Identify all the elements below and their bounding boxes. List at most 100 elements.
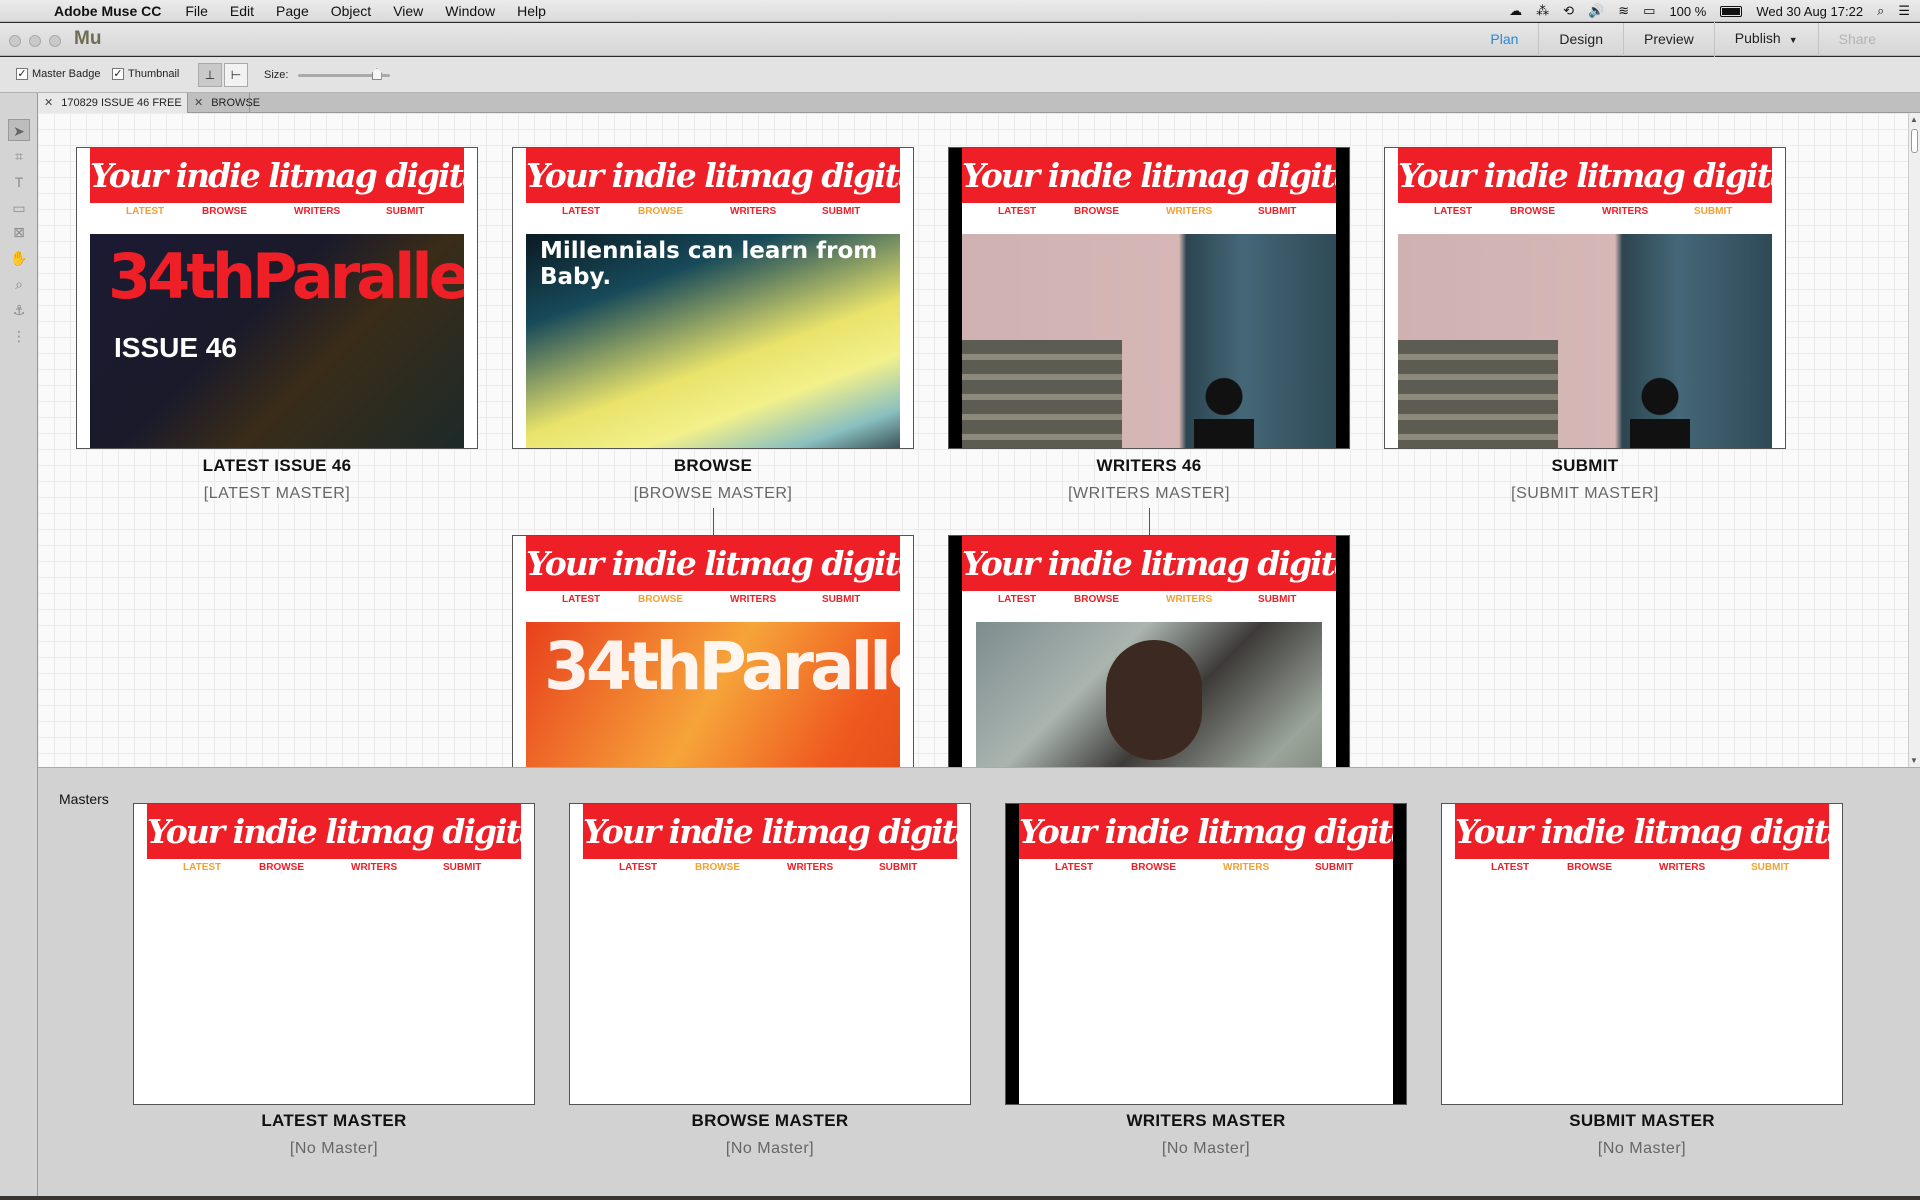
masters-heading: Masters <box>59 791 109 807</box>
chevron-down-icon: ▼ <box>1788 35 1798 45</box>
nav-writers: WRITERS <box>730 594 777 605</box>
dropbox-icon[interactable]: ⁂ <box>1536 0 1549 22</box>
page-body: Your indie litmag digital & print. LATES… <box>526 148 900 448</box>
master-parent: [No Master] <box>1597 1140 1687 1157</box>
list-icon[interactable]: ☰ <box>1898 0 1910 22</box>
size-slider[interactable] <box>298 68 390 80</box>
nav-latest: LATEST <box>183 862 222 873</box>
app-logo: Mu <box>74 28 102 49</box>
master-title: LATEST MASTER <box>261 1111 407 1130</box>
menu-edit[interactable]: Edit <box>230 3 254 19</box>
close-icon[interactable]: ✕ <box>44 97 53 109</box>
master-thumbnail-submit[interactable]: Your indie litmag digital & print. LATES… <box>1441 803 1843 1105</box>
nav-submit: SUBMIT <box>1315 862 1354 873</box>
app-menu[interactable]: Adobe Muse CC <box>54 3 161 19</box>
master-title: BROWSE MASTER <box>691 1111 849 1130</box>
mode-publish[interactable]: Publish ▼ <box>1713 22 1818 57</box>
site-nav: LATEST BROWSE WRITERS SUBMIT <box>1455 862 1829 876</box>
menu-object[interactable]: Object <box>331 3 371 19</box>
issue-text: ISSUE 46 <box>114 332 237 363</box>
page-thumbnail-browse[interactable]: Your indie litmag digital & print. LATES… <box>512 147 914 449</box>
nav-submit: SUBMIT <box>1751 862 1790 873</box>
person-shape <box>1194 374 1254 448</box>
keyboard-icon[interactable]: ▭ <box>1643 0 1655 22</box>
close-window-button[interactable] <box>9 35 21 47</box>
mode-design[interactable]: Design <box>1538 23 1623 56</box>
sitemap-view-button[interactable]: ⊥ <box>198 63 222 87</box>
time-machine-icon[interactable]: ⟲ <box>1563 0 1574 22</box>
nav-writers: WRITERS <box>1602 206 1649 217</box>
vertical-scrollbar[interactable]: ▲ ▼ <box>1908 113 1920 767</box>
wifi-icon[interactable]: ≋ <box>1618 0 1629 22</box>
master-thumbnail-browse[interactable]: Your indie litmag digital & print. LATES… <box>569 803 971 1105</box>
selection-tool-icon[interactable]: ➤ <box>8 119 30 141</box>
guides-tool-icon[interactable]: ⋮ <box>8 325 30 347</box>
menu-help[interactable]: Help <box>517 3 546 19</box>
site-nav: LATEST BROWSE WRITERS SUBMIT <box>962 594 1336 608</box>
sitemap-icon: ⊥ <box>204 68 216 82</box>
nav-browse: BROWSE <box>1074 206 1119 217</box>
page-thumbnail-submit[interactable]: Your indie litmag digital & print. LATES… <box>1384 147 1786 449</box>
nav-submit: SUBMIT <box>822 594 861 605</box>
tab-browse[interactable]: ✕ BROWSE <box>188 93 260 113</box>
nav-submit: SUBMIT <box>1258 206 1297 217</box>
page-body: Your indie litmag digital & print. LATES… <box>1455 804 1829 1104</box>
zoom-window-button[interactable] <box>49 35 61 47</box>
scroll-thumb[interactable] <box>1911 129 1918 153</box>
scroll-up-icon[interactable]: ▲ <box>1910 115 1918 124</box>
mode-share: Share <box>1817 23 1896 56</box>
creative-cloud-icon[interactable]: ☁ <box>1509 0 1522 22</box>
frame-tool-icon[interactable]: ⊠ <box>8 221 30 243</box>
page-title: WRITERS 46 <box>1096 456 1202 475</box>
site-nav: LATEST BROWSE WRITERS SUBMIT <box>147 862 521 876</box>
tree-view-button[interactable]: ⊢ <box>224 63 248 87</box>
mode-preview[interactable]: Preview <box>1623 23 1714 56</box>
zoom-tool-icon[interactable]: ⌕ <box>8 273 30 295</box>
rectangle-tool-icon[interactable]: ▭ <box>8 197 30 219</box>
crop-tool-icon[interactable]: ⌗ <box>8 145 30 167</box>
page-thumbnail-browse-child[interactable]: Your indie litmag digital & print. LATES… <box>512 535 914 767</box>
thumbnail-toggle[interactable]: ✓ Thumbnail <box>112 68 179 80</box>
writer-photo <box>962 234 1336 448</box>
site-banner: Your indie litmag digital & print. <box>90 148 464 203</box>
hand-tool-icon[interactable]: ✋ <box>8 247 30 269</box>
close-icon[interactable]: ✕ <box>194 97 203 109</box>
battery-icon[interactable] <box>1720 5 1743 17</box>
mode-plan[interactable]: Plan <box>1470 23 1538 56</box>
nav-browse: BROWSE <box>638 206 683 217</box>
anchor-tool-icon[interactable]: ⚓ <box>8 299 30 321</box>
slider-thumb[interactable] <box>371 68 382 80</box>
page-thumbnail-writer-child[interactable]: Your indie litmag digital & print. LATES… <box>948 535 1350 767</box>
nav-browse: BROWSE <box>1510 206 1555 217</box>
page-body: Your indie litmag digital & print. LATES… <box>962 536 1336 767</box>
scroll-down-icon[interactable]: ▼ <box>1910 756 1918 765</box>
battery-percent[interactable]: 100 % <box>1669 4 1706 19</box>
search-icon[interactable]: ⌕ <box>1877 0 1884 22</box>
desktop-strip <box>0 1196 1920 1200</box>
menu-window[interactable]: Window <box>445 3 495 19</box>
menu-file[interactable]: File <box>185 3 208 19</box>
volume-icon[interactable]: 🔊 <box>1588 0 1604 22</box>
master-thumbnail-latest[interactable]: Your indie litmag digital & print. LATES… <box>133 803 535 1105</box>
text-tool-icon[interactable]: T <box>8 171 30 193</box>
minimize-window-button[interactable] <box>29 35 41 47</box>
tab-issue46[interactable]: ✕ 170829 ISSUE 46 FREE <box>38 93 188 113</box>
menu-view[interactable]: View <box>393 3 423 19</box>
mode-switcher: Plan Design Preview Publish ▼ Share <box>1470 22 1896 57</box>
page-body: Your indie litmag digital & print. LATES… <box>962 148 1336 448</box>
nav-browse: BROWSE <box>638 594 683 605</box>
page-master: [LATEST MASTER] <box>203 485 351 502</box>
master-thumbnail-writers[interactable]: Your indie litmag digital & print. LATES… <box>1005 803 1407 1105</box>
clock[interactable]: Wed 30 Aug 17:22 <box>1756 4 1863 19</box>
page-thumbnail-latest[interactable]: Your indie litmag digital & print. LATES… <box>76 147 478 449</box>
master-badge-toggle[interactable]: ✓ Master Badge <box>16 68 100 80</box>
plan-canvas[interactable]: Your indie litmag digital & print. LATES… <box>38 113 1908 767</box>
masthead-text: 34thParallel <box>108 240 464 313</box>
hierarchy-connector <box>713 508 714 535</box>
menu-page[interactable]: Page <box>276 3 309 19</box>
nav-browse: BROWSE <box>1567 862 1612 873</box>
nav-latest: LATEST <box>998 594 1037 605</box>
page-thumbnail-writers[interactable]: Your indie litmag digital & print. LATES… <box>948 147 1350 449</box>
page-body: Your indie litmag digital & print. LATES… <box>526 536 900 767</box>
image-caption: Millennials can learn from Baby. <box>540 238 878 290</box>
